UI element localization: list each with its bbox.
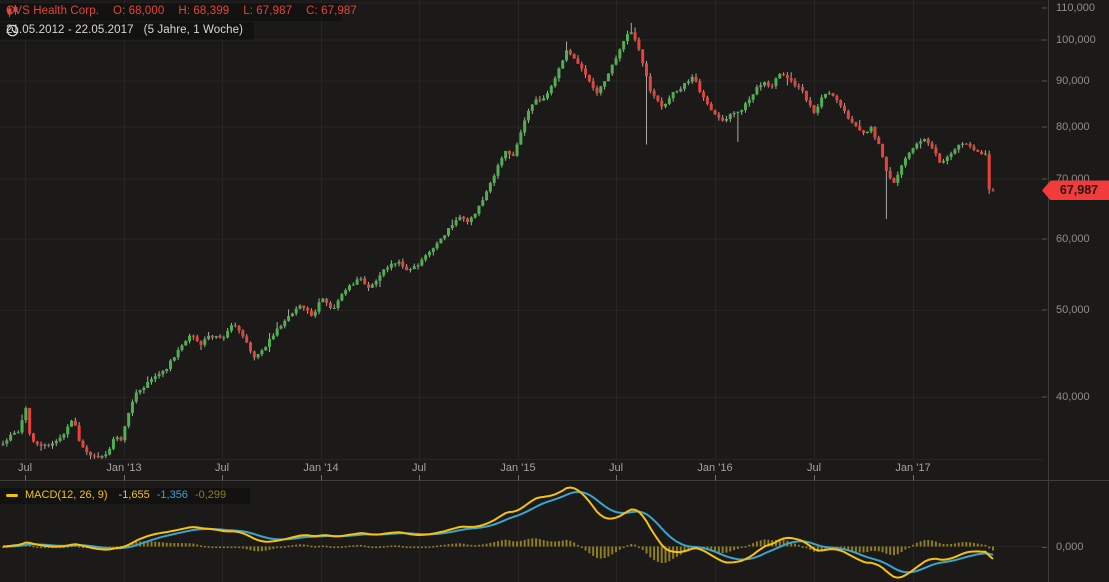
price-axis-tick [1042,179,1047,180]
time-axis-tick [321,475,322,480]
time-axis-label: Jul [18,462,32,474]
macd-legend: MACD(12, 26, 9) -1,655 -1,356 -0,299 [6,489,226,501]
time-axis-tick [419,475,420,480]
time-axis-tick [913,475,914,480]
price-axis-label: 110,000 [1056,2,1095,14]
time-axis-label: Jul [609,462,623,474]
time-axis-label: Jan '13 [106,462,141,474]
ohlc-low: L: 67,987 [243,5,292,17]
price-axis-tick [1042,310,1047,311]
ohlc-close: C: 67,987 [306,5,357,17]
time-axis-tick [715,475,716,480]
time-axis-tick [25,475,26,480]
time-axis-tick [814,475,815,480]
symbol-name[interactable]: CVS Health Corp. [6,5,99,17]
macd-hist-value: -0,299 [195,489,226,501]
clock-icon [6,24,19,37]
macd-line-icon [6,494,18,497]
price-axis-label: 100,000 [1056,34,1096,46]
time-axis-label: Jan '17 [895,462,930,474]
price-axis-label: 50,000 [1056,304,1090,316]
time-axis-tick [124,475,125,480]
chart-window: Jul Jan '13 Jul Jan '14 Jul Jan '15 Jul Jan '16… [0,0,1109,582]
candlestick-logo-icon [6,5,19,18]
macd-signal-value: -1,356 [157,489,188,501]
price-axis-tick [1042,81,1047,82]
time-axis-label: Jan '15 [500,462,535,474]
time-axis-tick [518,475,519,480]
price-axis-line [1048,0,1049,582]
time-axis-tick [222,475,223,480]
time-axis-tick [616,475,617,480]
price-axis-tick [1042,239,1047,240]
date-range-row: 21.05.2012 - 22.05.2017 (5 Jahre, 1 Woch… [6,24,243,36]
price-axis-tick [1042,40,1047,41]
time-axis-label: Jan '16 [697,462,732,474]
date-range[interactable]: 21.05.2012 - 22.05.2017 [6,24,134,36]
macd-value: -1,655 [119,489,150,501]
macd-zero-tick [1042,547,1047,548]
interval-label[interactable]: (5 Jahre, 1 Woche) [144,24,243,36]
price-axis-tick [1042,127,1047,128]
pane-divider[interactable] [0,480,1109,481]
macd-zero-label: 0,000 [1056,541,1084,553]
time-axis-label: Jul [215,462,229,474]
price-axis-label: 40,000 [1056,391,1090,403]
last-price-tag: 67,987 [1042,180,1109,200]
price-axis-tick [1042,397,1047,398]
price-chart[interactable] [0,0,1044,460]
price-axis-label: 60,000 [1056,233,1090,245]
time-axis-label: Jan '14 [303,462,338,474]
price-axis-label: 80,000 [1056,121,1090,133]
symbol-ohlc-row: CVS Health Corp. O: 68,000 H: 68,399 L: … [6,5,357,17]
time-axis-label: Jul [412,462,426,474]
macd-label[interactable]: MACD(12, 26, 9) [25,489,108,501]
last-price-value: 67,987 [1060,183,1098,197]
ohlc-open: O: 68,000 [113,5,164,17]
time-axis[interactable]: Jul Jan '13 Jul Jan '14 Jul Jan '15 Jul Jan '16… [0,460,1044,480]
price-axis-label: 90,000 [1056,75,1090,87]
ohlc-high: H: 68,399 [178,5,229,17]
price-axis-tick [1042,8,1047,9]
time-axis-label: Jul [807,462,821,474]
